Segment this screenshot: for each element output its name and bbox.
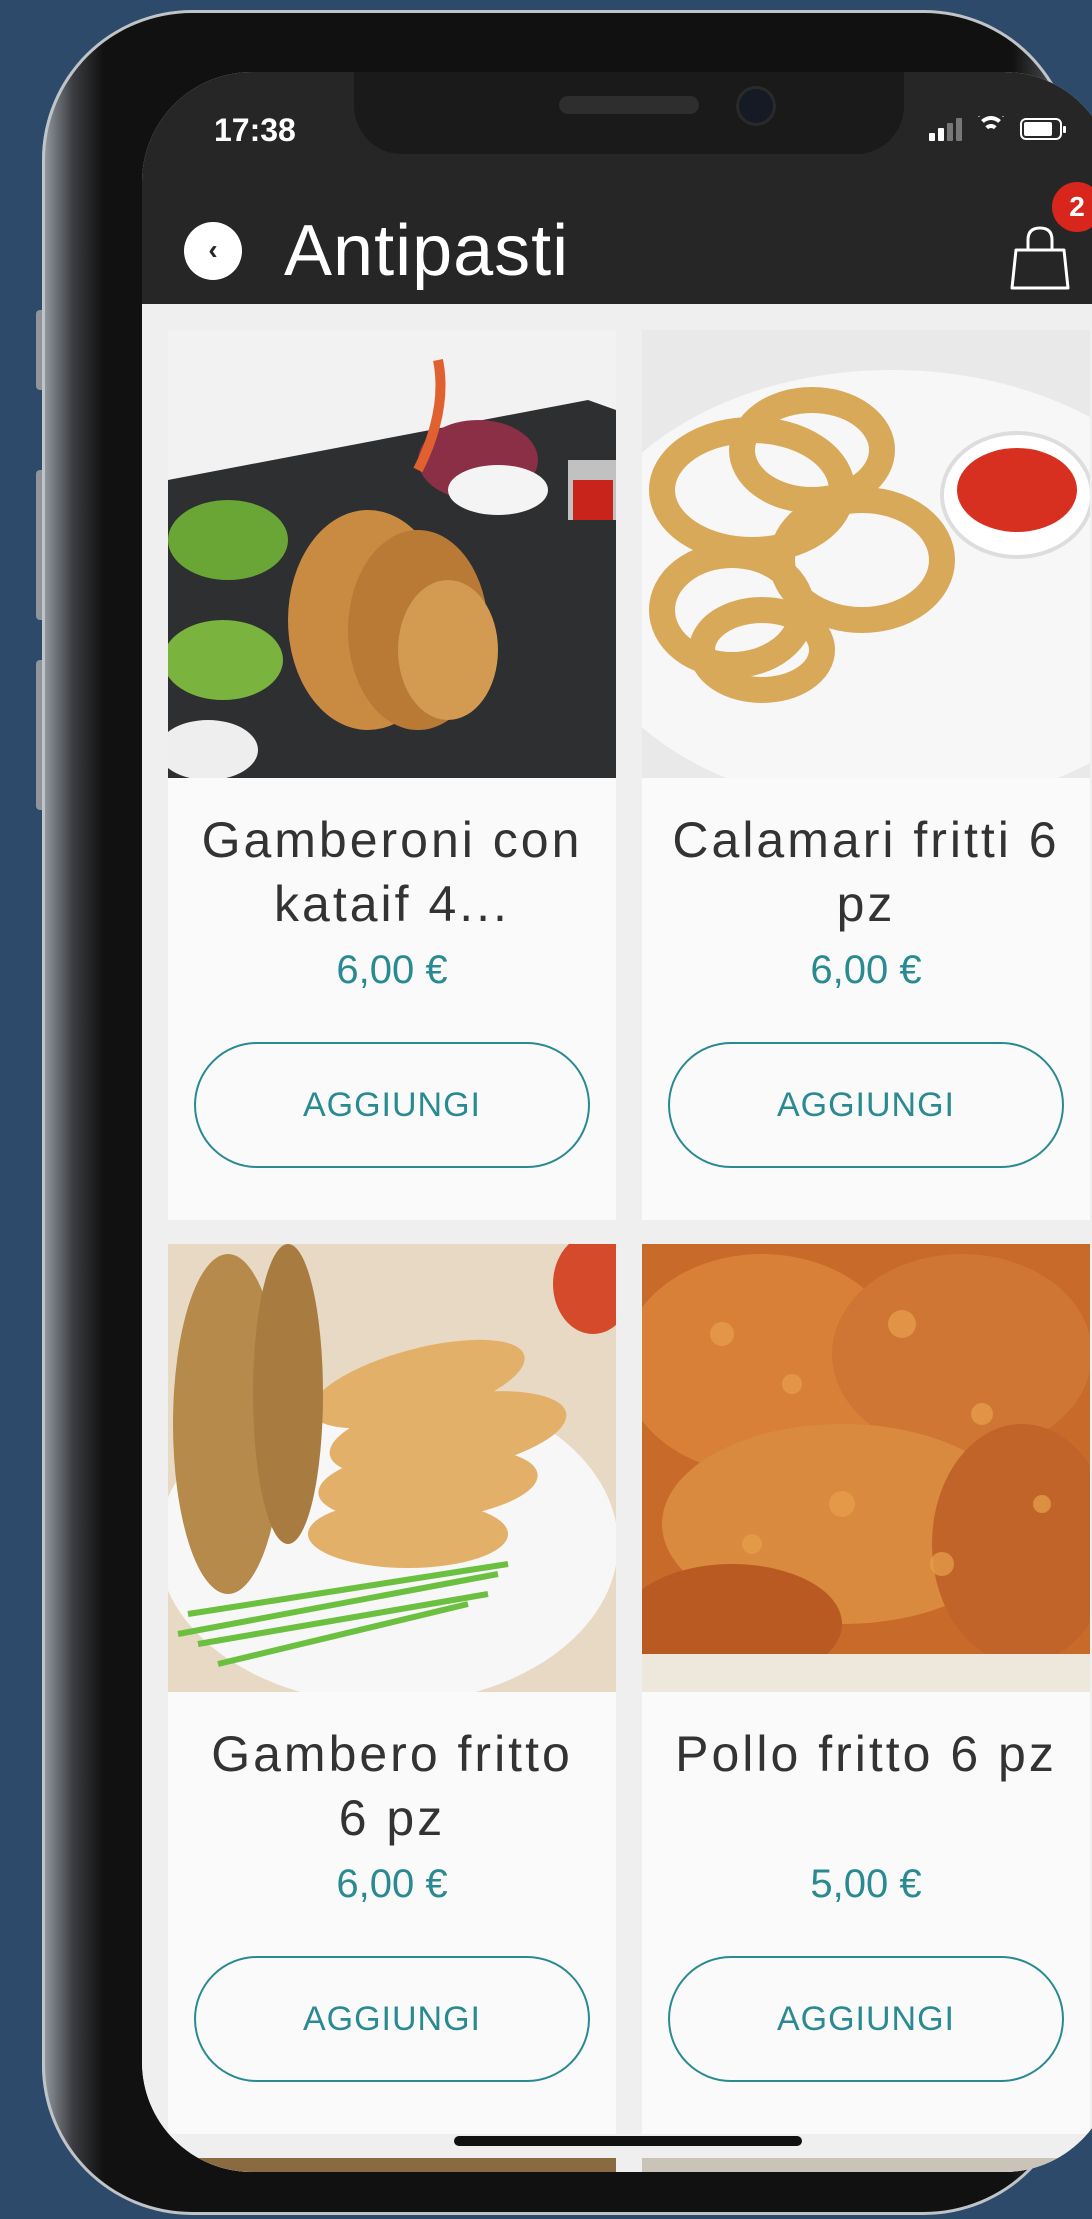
notch (354, 72, 904, 154)
speaker-grille (559, 96, 699, 114)
status-icons (929, 116, 1066, 142)
product-price: 6,00 € (810, 948, 922, 992)
back-button[interactable]: ‹ (184, 222, 242, 280)
product-card-partial (168, 2158, 616, 2172)
phone-frame: 17:38 ‹ Antipasti 2 Gamberoni con kataif… (42, 10, 1092, 2215)
phone-screen: 17:38 ‹ Antipasti 2 Gamberoni con kataif… (142, 72, 1092, 2172)
product-price: 5,00 € (810, 1862, 922, 1906)
product-name: Calamari fritti 6 pz (672, 812, 1060, 932)
page-title: Antipasti (284, 211, 570, 291)
product-card[interactable]: Gambero fritto 6 pz 6,00 € AGGIUNGI (168, 1244, 616, 2134)
product-card[interactable]: Calamari fritti 6 pz 6,00 € AGGIUNGI (642, 330, 1090, 1220)
product-name: Gambero fritto 6 pz (211, 1726, 573, 1846)
fried-shrimp-bowl-photo (168, 1244, 616, 1692)
product-card[interactable]: Pollo fritto 6 pz 5,00 € AGGIUNGI (642, 1244, 1090, 2134)
product-price: 6,00 € (336, 948, 448, 992)
chevron-left-icon: ‹ (208, 233, 218, 265)
front-camera (736, 86, 776, 126)
add-button[interactable]: AGGIUNGI (668, 1956, 1064, 2082)
home-indicator[interactable] (454, 2136, 802, 2146)
product-name: Pollo fritto 6 pz (675, 1726, 1057, 1782)
add-button[interactable]: AGGIUNGI (668, 1042, 1064, 1168)
product-name: Gamberoni con kataif 4... (201, 812, 583, 932)
product-card-partial (642, 2158, 1090, 2172)
battery-icon (1020, 118, 1066, 140)
shopping-bag-icon[interactable] (1010, 222, 1070, 292)
fried-chicken-photo (642, 1244, 1090, 1692)
status-time: 17:38 (214, 112, 296, 148)
fried-shrimp-kataif-photo (168, 330, 616, 778)
add-button[interactable]: AGGIUNGI (194, 1042, 590, 1168)
add-button[interactable]: AGGIUNGI (194, 1956, 590, 2082)
product-card[interactable]: Gamberoni con kataif 4... 6,00 € AGGIUNG… (168, 330, 616, 1220)
wifi-icon (974, 116, 1008, 142)
cellular-signal-icon (929, 117, 962, 141)
product-price: 6,00 € (336, 1862, 448, 1906)
fried-calamari-rings-photo (642, 330, 1090, 778)
product-grid: Gamberoni con kataif 4... 6,00 € AGGIUNG… (142, 304, 1092, 2172)
